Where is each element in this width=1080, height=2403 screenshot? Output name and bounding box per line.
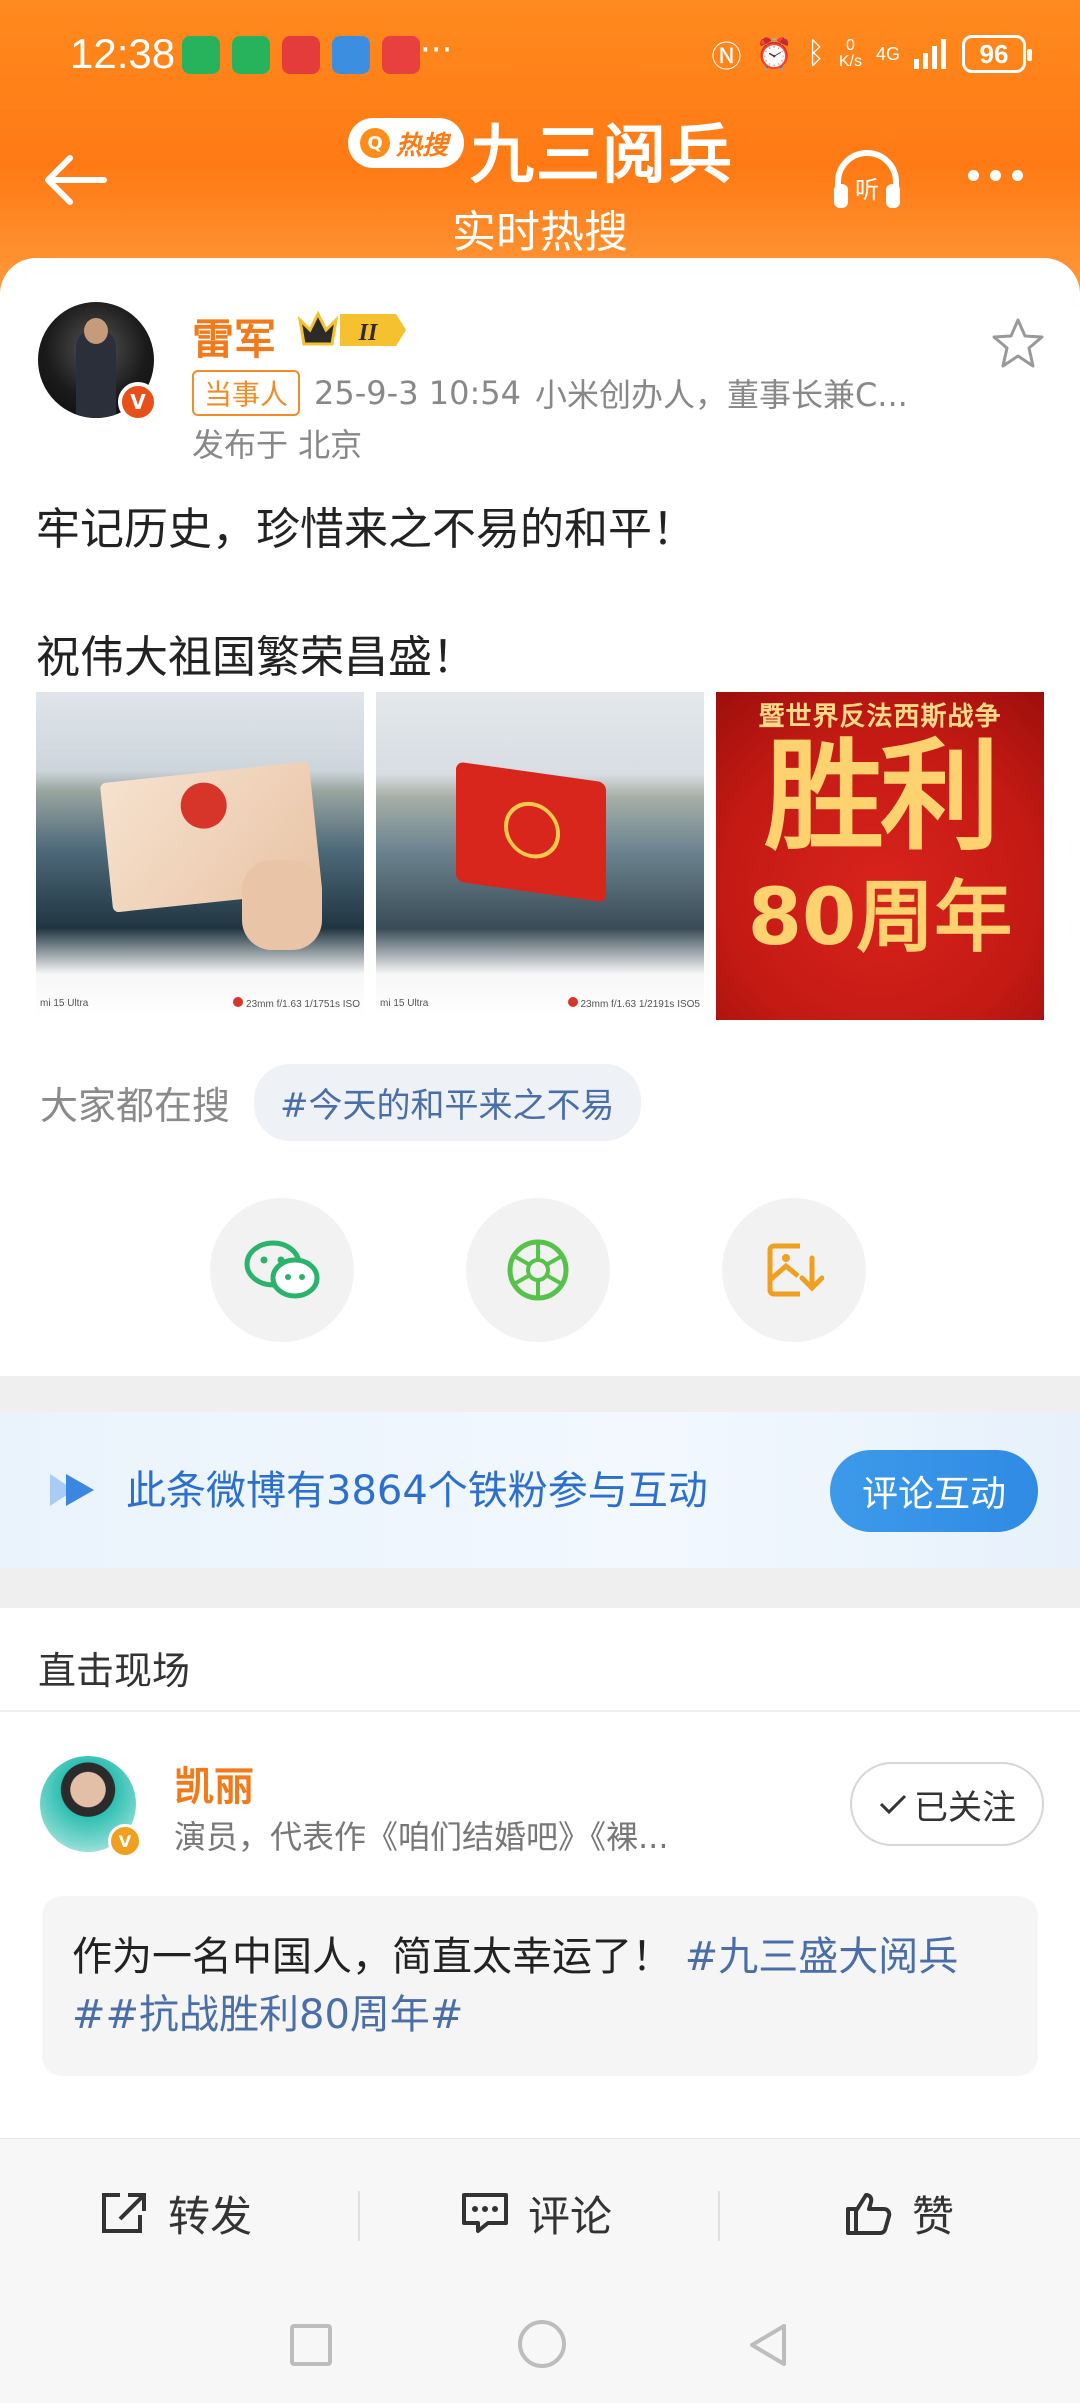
fans-icon xyxy=(50,1474,94,1506)
svg-text:II: II xyxy=(358,320,379,346)
divider xyxy=(0,1710,1080,1712)
share-row xyxy=(210,1198,866,1342)
save-image-icon xyxy=(767,1243,824,1297)
app-notification-icon xyxy=(282,36,320,74)
app-notification-icon xyxy=(332,36,370,74)
live-post-quote[interactable]: 作为一名中国人，简直太幸运了！ #九三盛大阅兵##抗战胜利80周年# xyxy=(42,1896,1038,2076)
status-right: Ⓝ ⏰ ᛒ 0 K/s 4G 96 xyxy=(711,32,1032,76)
like-button[interactable]: 赞 xyxy=(842,2139,954,2287)
photo-exif: mi 15 Ultra 23mm f/1.63 1/1751s ISO xyxy=(40,996,360,1010)
post-card: V 雷军 II 当事人 25-9-3 10:54 小米创办人，董事长兼C... … xyxy=(0,258,1080,1376)
trending-topic-chip[interactable]: #今天的和平来之不易 xyxy=(254,1064,641,1141)
header: 12:38 ··· Ⓝ ⏰ ᛒ 0 K/s 4G 96 Q 热搜 九三阅兵 实时热… xyxy=(0,0,1080,300)
svg-text:听: 听 xyxy=(855,176,879,204)
recent-apps-button[interactable] xyxy=(290,2324,332,2366)
trending-search-row: 大家都在搜 #今天的和平来之不易 xyxy=(40,1064,641,1141)
section-title: 直击现场 xyxy=(38,1649,191,1693)
wechat-share-button[interactable] xyxy=(210,1198,354,1342)
comment-button[interactable]: 评论 xyxy=(460,2139,612,2287)
post-meta: 当事人 25-9-3 10:54 小米创办人，董事长兼C... xyxy=(192,370,908,416)
fans-count-text: 此条微博有3864个铁粉参与互动 xyxy=(126,1468,708,1514)
page-subtitle: 实时热搜 xyxy=(452,207,628,258)
photo-exif: mi 15 Ultra 23mm f/1.63 1/2191s ISO5 xyxy=(380,996,700,1010)
home-button[interactable] xyxy=(518,2320,566,2368)
headphones-listen-icon[interactable]: 听 xyxy=(830,148,904,212)
crown-level-badge-icon: II xyxy=(297,310,406,346)
verified-badge-icon: V xyxy=(118,382,158,422)
app-notification-icon xyxy=(182,36,220,74)
post-image-poster[interactable]: 暨世界反法西斯战争 胜利 80周年 xyxy=(716,692,1044,1020)
verified-badge-icon: V xyxy=(108,1824,142,1858)
post-images: mi 15 Ultra 23mm f/1.63 1/1751s ISO mi 1… xyxy=(36,692,1044,1020)
check-icon xyxy=(879,1794,907,1815)
post-location: 发布于 北京 xyxy=(192,426,363,464)
repost-icon xyxy=(102,2193,146,2233)
battery-indicator: 96 xyxy=(962,35,1032,73)
live-scene-section: 直击现场 V 凯丽 演员，代表作《咱们结婚吧》《裸... 已关注 作为一名中国人… xyxy=(0,1608,1080,2138)
favorite-star-icon[interactable] xyxy=(990,316,1046,370)
status-time: 12:38 xyxy=(70,30,176,77)
bluetooth-icon: ᛒ xyxy=(806,37,825,70)
net-speed: 0 K/s xyxy=(838,37,862,70)
status-app-icons xyxy=(182,36,420,74)
hot-search-badge: Q 热搜 xyxy=(348,118,465,168)
post-time: 25-9-3 10:54 xyxy=(314,374,521,412)
network-type: 4G xyxy=(875,43,900,64)
nav-back-icon[interactable] xyxy=(744,2320,792,2370)
system-navigation-bar xyxy=(0,2286,1080,2403)
post-image-invitation[interactable]: mi 15 Ultra 23mm f/1.63 1/1751s ISO xyxy=(36,692,364,1020)
live-user-desc: 演员，代表作《咱们结婚吧》《裸... xyxy=(174,1818,669,1856)
save-image-button[interactable] xyxy=(722,1198,866,1342)
more-options-icon[interactable] xyxy=(968,170,1023,181)
search-icon: Q xyxy=(360,128,390,158)
moments-aperture-icon xyxy=(507,1239,569,1301)
moments-share-button[interactable] xyxy=(466,1198,610,1342)
trending-label: 大家都在搜 xyxy=(40,1084,231,1128)
signal-icon xyxy=(914,39,946,69)
comment-icon xyxy=(462,2193,508,2233)
followed-button[interactable]: 已关注 xyxy=(850,1762,1044,1846)
nfc-icon: Ⓝ xyxy=(711,41,742,74)
wechat-icon xyxy=(244,1240,320,1299)
page-title: 九三阅兵 xyxy=(470,119,734,193)
status-bar: 12:38 ··· Ⓝ ⏰ ᛒ 0 K/s 4G 96 xyxy=(0,0,1080,110)
live-username[interactable]: 凯丽 xyxy=(174,1754,254,1812)
repost-button[interactable]: 转发 xyxy=(98,2139,252,2287)
app-notification-icon xyxy=(232,36,270,74)
post-username[interactable]: 雷军 xyxy=(192,306,276,367)
post-text: 牢记历史，珍惜来之不易的和平！ 祝伟大祖国繁荣昌盛！ xyxy=(36,504,696,683)
alarm-icon: ⏰ xyxy=(755,37,793,71)
user-bio: 小米创办人，董事长兼C... xyxy=(534,376,908,414)
thumbs-up-icon xyxy=(846,2193,892,2235)
bottom-action-bar: 转发 评论 赞 xyxy=(0,2138,1080,2286)
fans-interaction-bar: 此条微博有3864个铁粉参与互动 评论互动 xyxy=(0,1412,1080,1568)
app-notification-icon xyxy=(382,36,420,74)
post-image-flag[interactable]: mi 15 Ultra 23mm f/1.63 1/2191s ISO5 xyxy=(376,692,704,1020)
status-more-dots: ··· xyxy=(420,30,453,70)
participant-tag: 当事人 xyxy=(192,370,301,416)
comment-interact-button[interactable]: 评论互动 xyxy=(830,1450,1038,1532)
